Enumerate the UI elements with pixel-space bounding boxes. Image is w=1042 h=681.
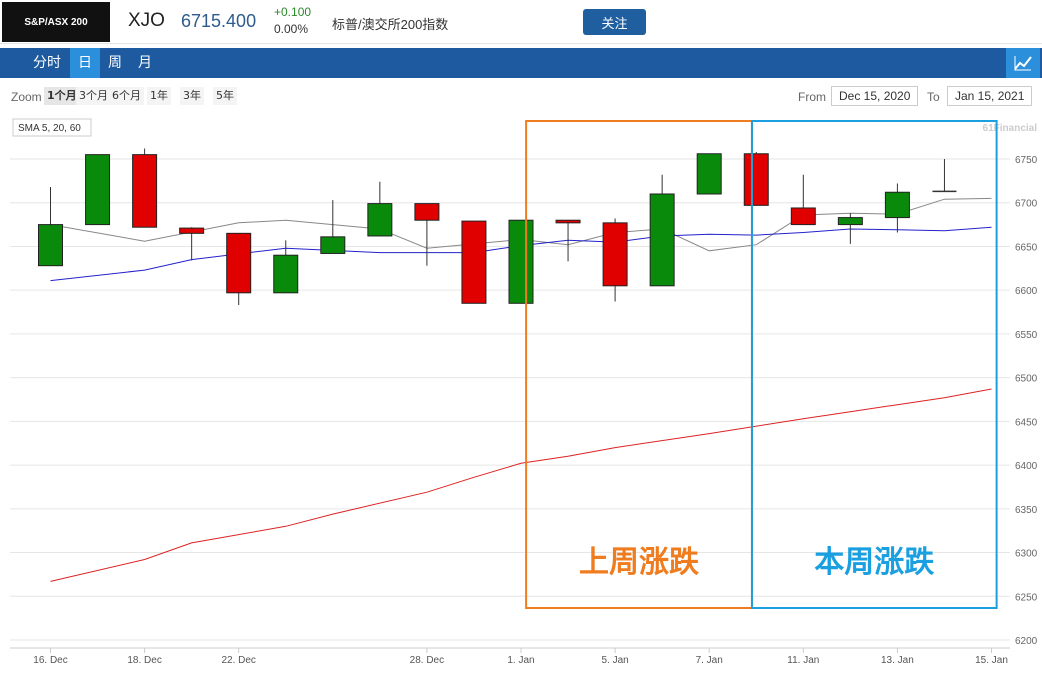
annotation-label: 上周涨跌 xyxy=(579,545,699,580)
candle-body xyxy=(38,224,63,267)
x-tick-label: 28. Dec xyxy=(410,655,444,666)
candle-body xyxy=(743,153,769,206)
candle-body xyxy=(179,227,205,234)
annotation-label: 本周涨跌 xyxy=(814,545,934,580)
y-tick-label: 6500 xyxy=(1015,374,1038,385)
candle-body xyxy=(461,220,487,304)
candle-body xyxy=(790,207,816,226)
y-tick-label: 6600 xyxy=(1015,286,1038,297)
x-tick-label: 18. Dec xyxy=(127,655,161,666)
y-tick-label: 6350 xyxy=(1015,505,1038,516)
candle-body xyxy=(884,191,910,219)
annotation-box xyxy=(750,120,998,609)
candle-body xyxy=(132,154,158,228)
y-tick-label: 6700 xyxy=(1015,199,1038,210)
x-tick-label: 15. Jan xyxy=(975,655,1008,666)
y-tick-label: 6650 xyxy=(1015,242,1038,253)
x-tick-label: 7. Jan xyxy=(696,655,723,666)
x-tick-label: 16. Dec xyxy=(33,655,67,666)
y-tick-label: 6550 xyxy=(1015,330,1038,341)
candle-body xyxy=(649,193,675,287)
candle-body xyxy=(414,203,440,221)
candle-body xyxy=(320,236,346,254)
candle-body xyxy=(367,203,393,237)
candle-body xyxy=(85,154,111,226)
x-tick-label: 5. Jan xyxy=(601,655,628,666)
x-tick-label: 11. Jan xyxy=(787,655,819,666)
y-tick-label: 6450 xyxy=(1015,417,1038,428)
y-tick-label: 6250 xyxy=(1015,592,1038,603)
y-tick-label: 6200 xyxy=(1015,636,1038,647)
candle-body xyxy=(226,232,252,294)
x-tick-label: 1. Jan xyxy=(507,655,534,666)
x-tick-label: 22. Dec xyxy=(221,655,255,666)
candle-body xyxy=(602,222,628,287)
y-tick-label: 6750 xyxy=(1015,155,1038,166)
watermark: 61Financial xyxy=(983,123,1038,134)
x-tick-label: 13. Jan xyxy=(881,655,914,666)
legend-label: SMA 5, 20, 60 xyxy=(18,123,81,134)
y-tick-label: 6400 xyxy=(1015,461,1038,472)
candle-body xyxy=(555,219,581,224)
candle-body xyxy=(273,254,299,294)
candle-body xyxy=(837,217,863,226)
candle-body xyxy=(508,219,534,304)
y-tick-label: 6300 xyxy=(1015,549,1038,560)
candlestick-chart: 6200 6250 6300 6350 6400 6450 6500 6550 6600 6650… xyxy=(10,118,1038,666)
candle-body xyxy=(696,153,722,195)
